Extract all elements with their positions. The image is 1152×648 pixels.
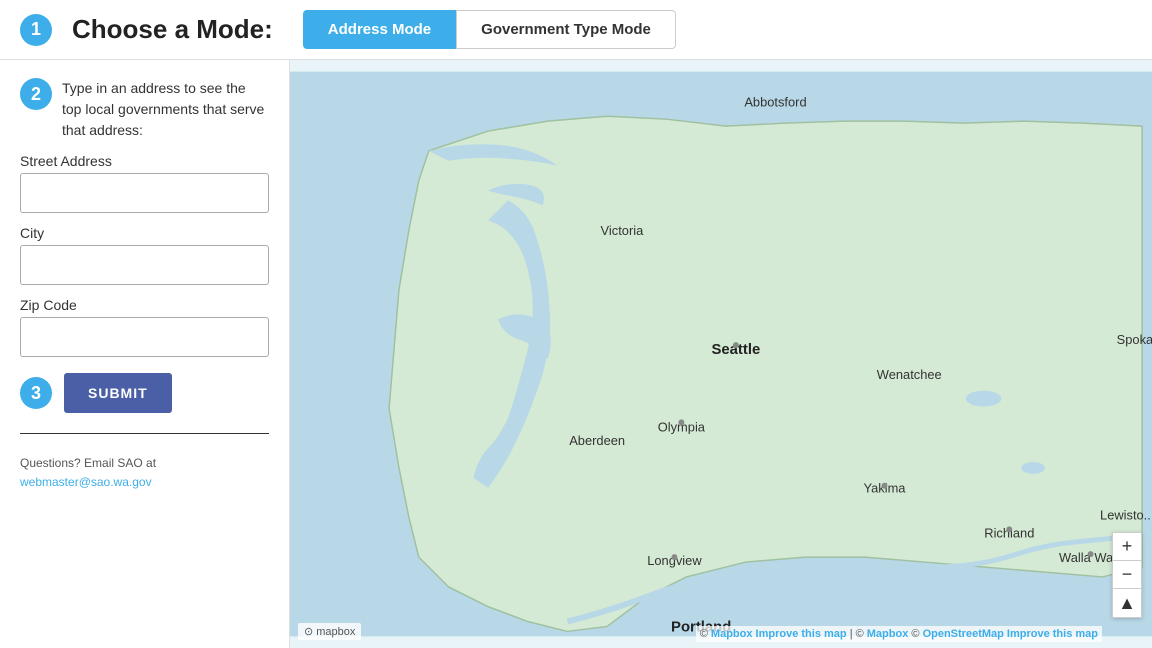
compass-button[interactable]: ▲ [1113,589,1141,617]
mapbox-logo: ⊙ mapbox [298,623,361,640]
city-aberdeen: Aberdeen [569,433,625,448]
map-zoom-controls: + − ▲ [1112,532,1142,618]
tab-government-type-mode[interactable]: Government Type Mode [456,10,676,49]
footer-text: Questions? Email SAO at webmaster@sao.wa… [20,454,269,492]
improve-map-link2[interactable]: Improve this map [1007,628,1098,640]
city-spokane: Spokane [1117,332,1152,347]
map-container: Abbotsford Victoria Seattle Wenatchee Sp… [290,60,1152,648]
attribution-mapbox-link2[interactable]: Mapbox [867,628,909,640]
header: 1 Choose a Mode: Address Mode Government… [0,0,1152,60]
tab-address-mode[interactable]: Address Mode [303,10,456,49]
street-address-input[interactable] [20,173,269,213]
city-victoria: Victoria [601,223,645,238]
zoom-in-button[interactable]: + [1113,533,1141,561]
city-lewiston: Lewisto... [1100,507,1152,522]
map-attribution: © Mapbox Improve this map | © Mapbox © O… [696,626,1102,642]
choose-mode-label: Choose a Mode: [72,14,273,45]
mapbox-logo-text: ⊙ mapbox [304,626,355,638]
city-input[interactable] [20,245,269,285]
map-svg: Abbotsford Victoria Seattle Wenatchee Sp… [290,60,1152,648]
submit-button[interactable]: SUBMIT [64,373,172,413]
attribution-sep: | © [850,628,867,640]
street-address-label: Street Address [20,153,269,169]
main-content: 2 Type in an address to see the top loca… [0,60,1152,648]
step3-circle: 3 [20,377,52,409]
zip-code-group: Zip Code [20,297,269,357]
footer-label: Questions? Email SAO at [20,456,156,470]
step2-circle: 2 [20,78,52,110]
city-label: City [20,225,269,241]
zoom-out-button[interactable]: − [1113,561,1141,589]
attribution-mapbox1: © [700,628,711,640]
divider [20,433,269,434]
city-wenatchee: Wenatchee [877,367,942,382]
mode-tabs: Address Mode Government Type Mode [303,10,676,49]
city-group: City [20,225,269,285]
left-panel: 2 Type in an address to see the top loca… [0,60,290,648]
step2-area: 2 Type in an address to see the top loca… [20,78,269,141]
step3-area: 3 SUBMIT [20,373,269,413]
improve-map-link1[interactable]: Improve this map [756,628,847,640]
step1-circle: 1 [20,14,52,46]
attribution-osm: © [911,628,922,640]
city-abbotsford: Abbotsford [744,94,806,109]
footer-email-link[interactable]: webmaster@sao.wa.gov [20,475,152,489]
app-container: 1 Choose a Mode: Address Mode Government… [0,0,1152,648]
attribution-mapbox-link1[interactable]: Mapbox [711,628,753,640]
step2-description: Type in an address to see the top local … [62,78,269,141]
zip-code-input[interactable] [20,317,269,357]
zip-code-label: Zip Code [20,297,269,313]
attribution-osm-link[interactable]: OpenStreetMap [923,628,1004,640]
street-address-group: Street Address [20,153,269,213]
